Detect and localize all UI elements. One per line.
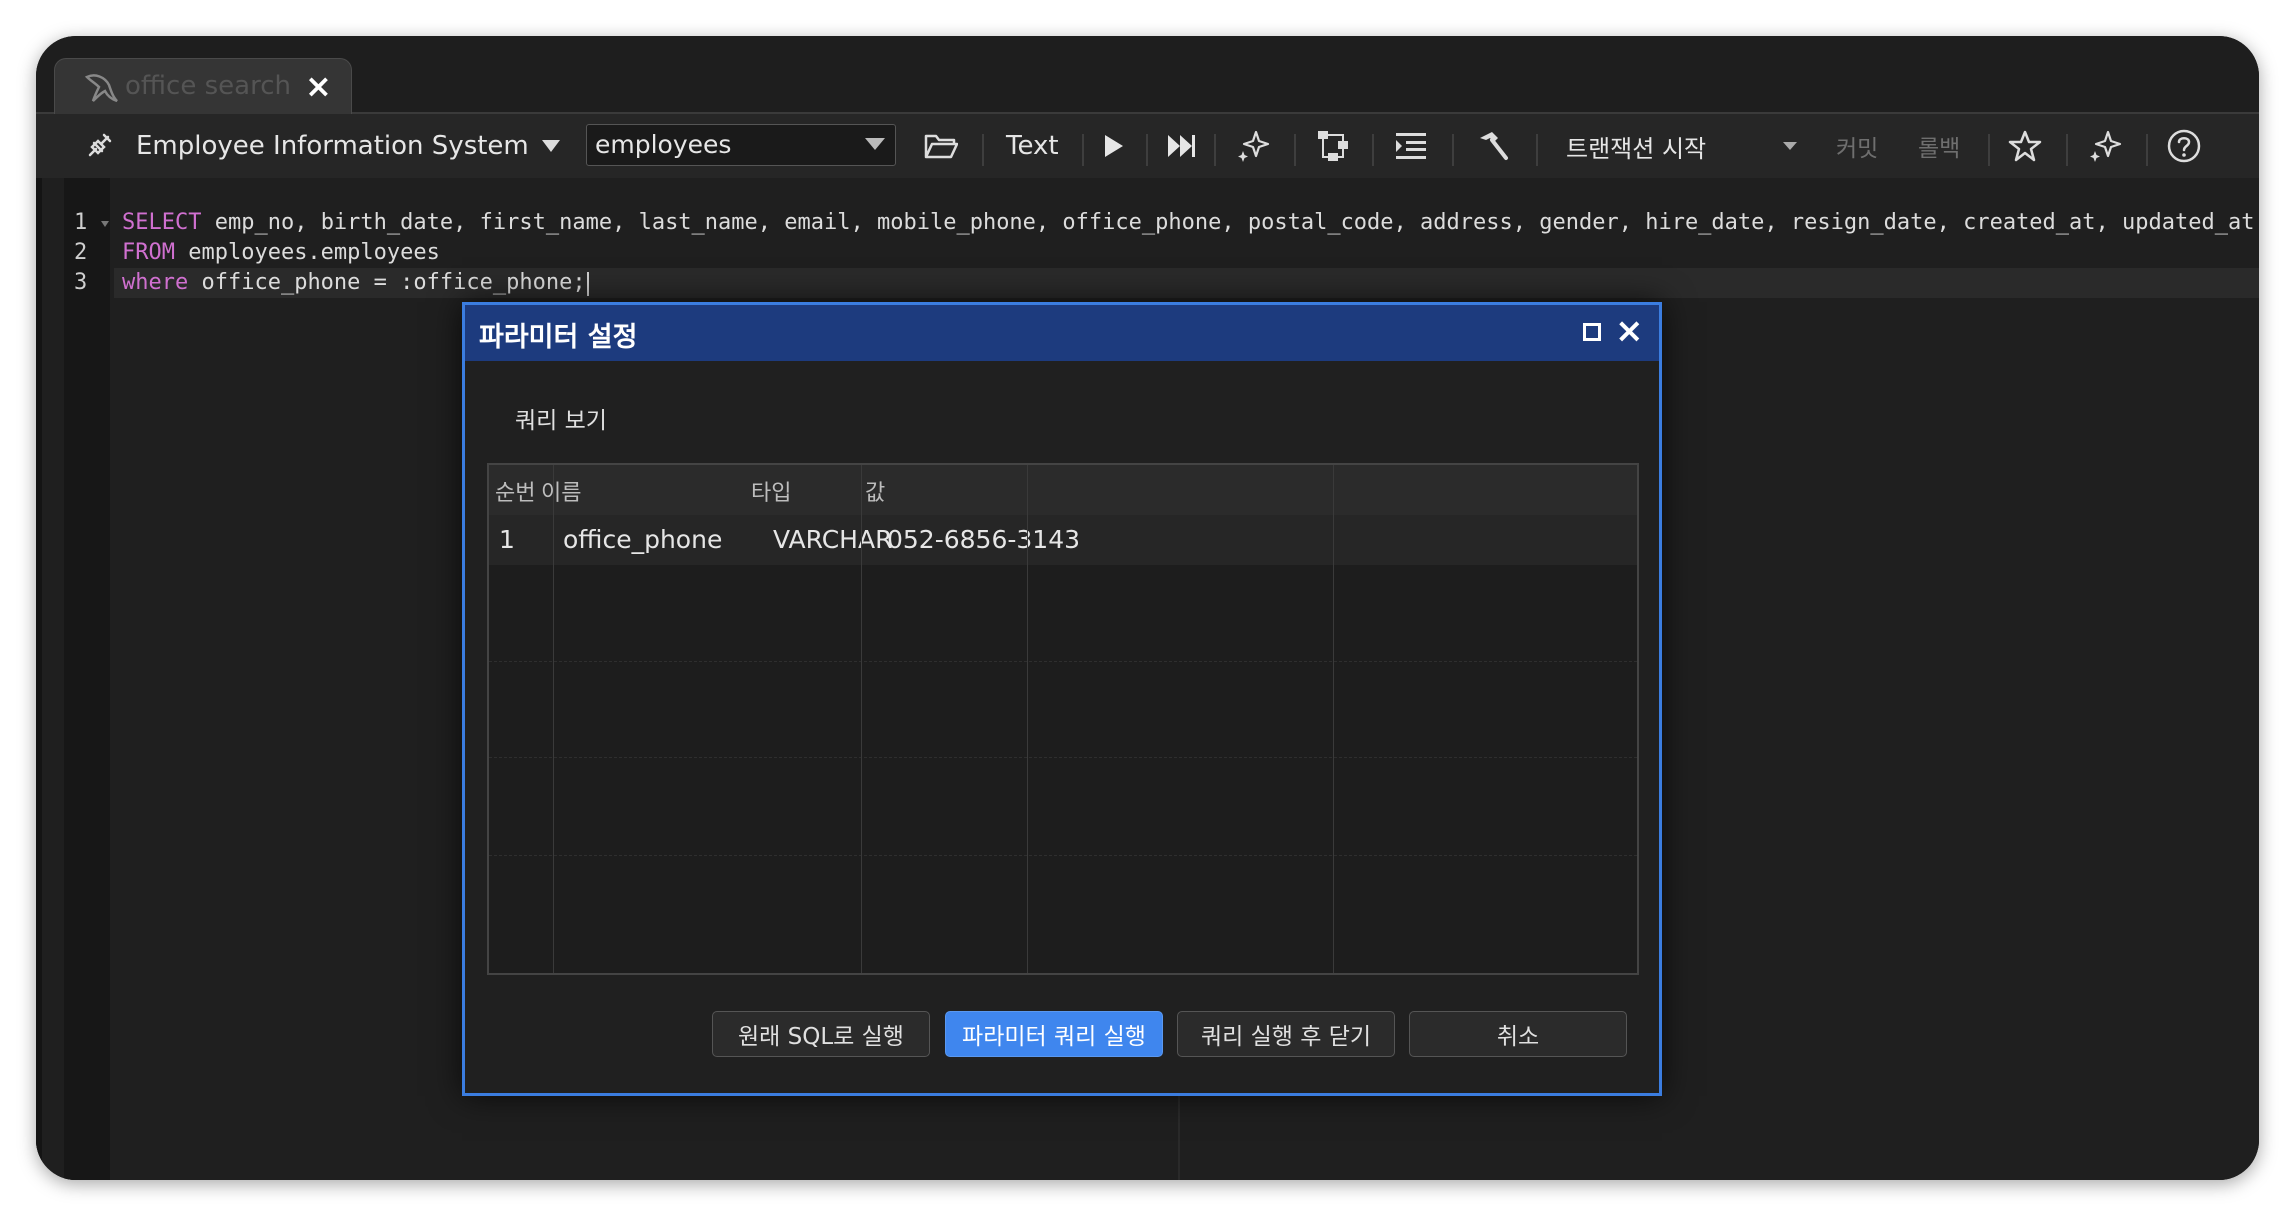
ai-sparkle-icon[interactable]	[1236, 114, 1270, 178]
close-icon[interactable]: ×	[1615, 311, 1644, 351]
cell-type: VARCHAR	[773, 525, 893, 554]
column-header-type[interactable]: 타입	[751, 475, 791, 507]
cancel-button[interactable]: 취소	[1409, 1011, 1627, 1057]
open-folder-icon[interactable]	[924, 114, 958, 178]
help-icon[interactable]	[2166, 114, 2202, 178]
dolphin-icon	[84, 74, 118, 103]
format-text-button[interactable]: Text	[1006, 114, 1059, 178]
tab-close-icon[interactable]: ×	[305, 67, 332, 105]
text-cursor	[587, 272, 589, 296]
database-select[interactable]: employees	[586, 124, 896, 166]
commit-button[interactable]: 커밋	[1836, 114, 1878, 178]
tab-office-search[interactable]: office search ×	[54, 58, 352, 115]
run-icon[interactable]	[1102, 114, 1126, 178]
star-icon[interactable]	[2008, 114, 2042, 178]
dialog-title: 파라미터 설정	[479, 322, 638, 353]
diagram-icon[interactable]	[1316, 114, 1350, 178]
dialog-title-bar[interactable]: 파라미터 설정 ×	[465, 305, 1659, 361]
rollback-button[interactable]: 롤백	[1918, 114, 1960, 178]
cell-name: office_phone	[563, 525, 723, 554]
fold-icon[interactable]	[100, 220, 110, 228]
parameter-grid: 순번 이름 타입 값 1 office_phone VARCHAR 052-68…	[487, 463, 1639, 975]
table-row[interactable]: 1 office_phone VARCHAR 052-6856-3143	[489, 515, 1637, 565]
maximize-icon[interactable]	[1583, 323, 1601, 341]
connection-name[interactable]: Employee Information System	[136, 114, 529, 178]
column-header-value[interactable]: 값	[865, 475, 885, 507]
run-parameter-query-button[interactable]: 파라미터 쿼리 실행	[945, 1011, 1163, 1057]
cell-value-input[interactable]: 052-6856-3143	[887, 525, 1080, 554]
chevron-down-icon	[865, 138, 885, 150]
column-header-name[interactable]: 이름	[541, 475, 581, 507]
run-original-sql-button[interactable]: 원래 SQL로 실행	[712, 1011, 930, 1057]
line-gutter	[64, 178, 110, 1180]
transaction-select[interactable]: 트랜잭션 시작	[1566, 114, 1706, 178]
indent-format-icon[interactable]	[1394, 114, 1428, 178]
transaction-dropdown-icon[interactable]	[1782, 114, 1798, 178]
query-view-toggle[interactable]: 쿼리 보기	[515, 401, 607, 435]
parameter-dialog: 파라미터 설정 × 쿼리 보기 순번 이름 타입 값 1 office_phon…	[462, 302, 1662, 1096]
run-and-close-button[interactable]: 쿼리 실행 후 닫기	[1177, 1011, 1395, 1057]
hammer-icon[interactable]	[1474, 114, 1510, 178]
grid-header: 순번 이름 타입 값	[489, 465, 1637, 516]
database-select-value: employees	[595, 130, 732, 159]
tab-title: office search	[125, 71, 291, 101]
cell-seq: 1	[499, 525, 515, 554]
run-all-icon[interactable]	[1166, 114, 1196, 178]
connection-dropdown-icon[interactable]	[541, 114, 561, 178]
ai-assist-icon[interactable]	[2088, 114, 2122, 178]
tab-bar: office search ×	[36, 36, 2259, 115]
connection-icon[interactable]	[82, 114, 116, 178]
column-header-seq[interactable]: 순번	[495, 475, 535, 507]
toolbar: Employee Information System employees Te…	[36, 114, 2259, 178]
line-number: 2	[74, 240, 88, 265]
line-number: 3	[74, 270, 88, 295]
